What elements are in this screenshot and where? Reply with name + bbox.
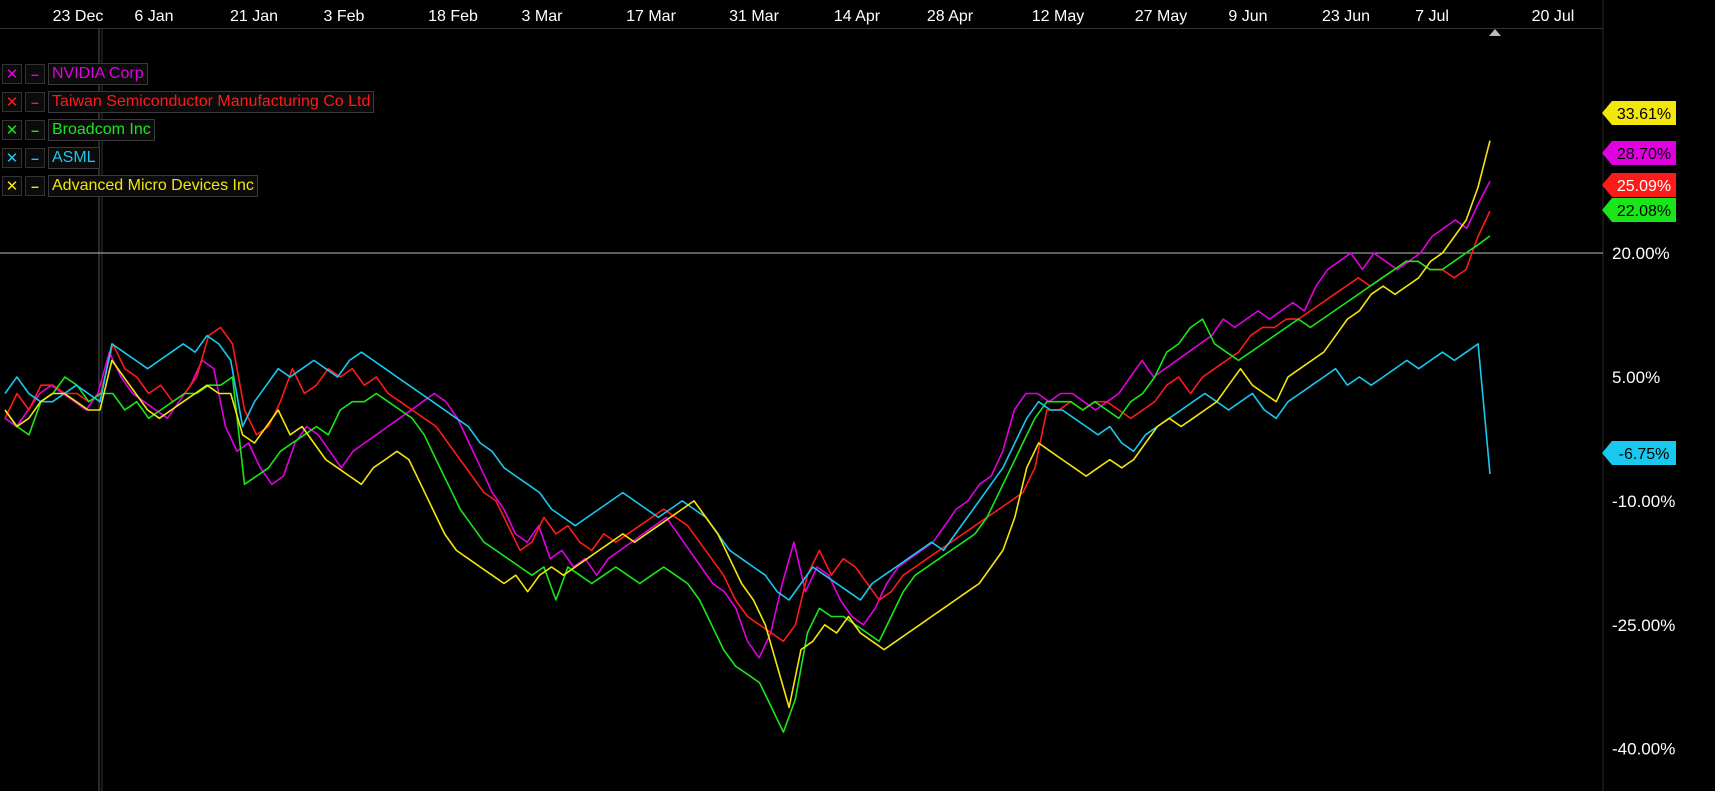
y-tick-label: -25.00%: [1612, 616, 1675, 635]
last-value-badge: 28.70%: [1602, 141, 1676, 165]
legend: ✕ – NVIDIA Corp ✕ – Taiwan Semiconductor…: [2, 62, 375, 202]
x-tick-label: 14 Apr: [834, 8, 881, 25]
x-tick-label: 31 Mar: [729, 8, 779, 25]
x-tick-label: 12 May: [1032, 8, 1084, 25]
y-tick-label: -40.00%: [1612, 740, 1675, 759]
y-tick-label: 5.00%: [1612, 368, 1660, 387]
last-value-badge: 33.61%: [1602, 101, 1676, 125]
legend-row-asml: ✕ – ASML: [2, 146, 374, 170]
line-style-icon[interactable]: –: [25, 176, 45, 196]
line-style-icon[interactable]: –: [25, 120, 45, 140]
x-tick-label: 21 Jan: [230, 8, 278, 25]
last-value-badge: -6.75%: [1602, 441, 1676, 465]
last-value-badge: 25.09%: [1602, 173, 1676, 197]
x-tick-label: 20 Jul: [1532, 8, 1575, 25]
series-line-2: [4, 235, 1491, 734]
line-style-icon[interactable]: –: [25, 64, 45, 84]
badge-text: 22.08%: [1617, 203, 1671, 220]
legend-label-nvidia[interactable]: NVIDIA Corp: [48, 63, 148, 85]
series-line-4: [4, 140, 1491, 709]
x-tick-label: 17 Mar: [626, 8, 676, 25]
remove-series-icon[interactable]: ✕: [2, 120, 22, 140]
remove-series-icon[interactable]: ✕: [2, 64, 22, 84]
legend-row-amd: ✕ – Advanced Micro Devices Inc: [2, 174, 374, 198]
legend-label-asml[interactable]: ASML: [48, 147, 100, 169]
badge-text: 28.70%: [1617, 146, 1671, 163]
x-tick-label: 3 Feb: [324, 8, 365, 25]
x-tick-label: 3 Mar: [522, 8, 564, 25]
remove-series-icon[interactable]: ✕: [2, 148, 22, 168]
badge-text: -6.75%: [1619, 446, 1670, 463]
badge-text: 25.09%: [1617, 178, 1671, 195]
x-tick-label: 27 May: [1135, 8, 1187, 25]
y-tick-label: -10.00%: [1612, 492, 1675, 511]
x-tick-label: 23 Jun: [1322, 8, 1370, 25]
remove-series-icon[interactable]: ✕: [2, 176, 22, 196]
series-line-3: [4, 334, 1491, 601]
legend-label-broadcom[interactable]: Broadcom Inc: [48, 119, 155, 141]
legend-label-amd[interactable]: Advanced Micro Devices Inc: [48, 175, 258, 197]
x-tick-label: 9 Jun: [1228, 8, 1267, 25]
x-tick-label: 23 Dec: [53, 8, 104, 25]
legend-row-broadcom: ✕ – Broadcom Inc: [2, 118, 374, 142]
badge-text: 33.61%: [1617, 106, 1671, 123]
legend-row-tsmc: ✕ – Taiwan Semiconductor Manufacturing C…: [2, 90, 375, 114]
time-marker-icon: [1489, 29, 1501, 36]
series-line-1: [4, 210, 1491, 643]
x-tick-label: 28 Apr: [927, 8, 974, 25]
remove-series-icon[interactable]: ✕: [2, 92, 22, 112]
line-style-icon[interactable]: –: [25, 92, 45, 112]
x-tick-label: 18 Feb: [428, 8, 478, 25]
legend-row-nvidia: ✕ – NVIDIA Corp: [2, 62, 374, 86]
x-tick-label: 6 Jan: [134, 8, 173, 25]
y-tick-label: 20.00%: [1612, 244, 1670, 263]
last-value-badge: 22.08%: [1602, 198, 1676, 222]
x-tick-label: 7 Jul: [1415, 8, 1449, 25]
legend-label-tsmc[interactable]: Taiwan Semiconductor Manufacturing Co Lt…: [48, 91, 375, 113]
line-style-icon[interactable]: –: [25, 148, 45, 168]
